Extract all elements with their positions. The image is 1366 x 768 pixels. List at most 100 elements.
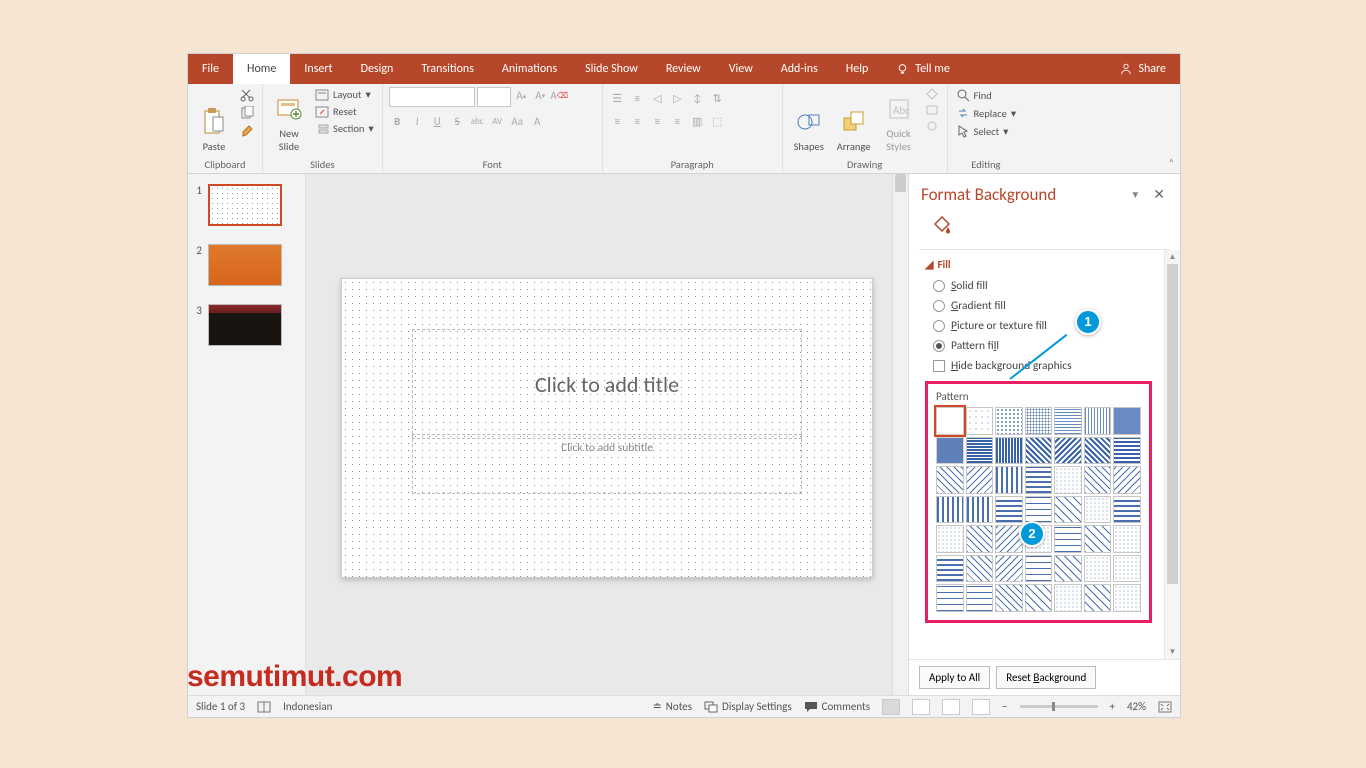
paste-button[interactable]: Paste: [194, 87, 234, 155]
pattern-swatch[interactable]: [1113, 525, 1141, 553]
layout-button[interactable]: Layout ▾: [313, 87, 376, 102]
fill-section-header[interactable]: ◢ Fill: [925, 258, 1164, 271]
shapes-button[interactable]: Shapes: [789, 87, 829, 155]
pattern-swatch[interactable]: [966, 437, 994, 465]
tab-view[interactable]: View: [715, 54, 767, 84]
tab-help[interactable]: Help: [832, 54, 883, 84]
change-case-button[interactable]: Aa: [509, 113, 526, 130]
thumb-1[interactable]: [208, 184, 282, 226]
current-slide[interactable]: Click to add title Click to add subtitle: [341, 278, 873, 578]
pattern-swatch[interactable]: [966, 466, 994, 494]
align-left-button[interactable]: ≡: [609, 113, 626, 130]
collapse-ribbon-button[interactable]: ˄: [1169, 156, 1174, 169]
pattern-swatch[interactable]: [936, 525, 964, 553]
pane-options-button[interactable]: ▼: [1130, 188, 1140, 201]
pattern-swatch[interactable]: [1113, 584, 1141, 612]
shape-outline-button[interactable]: [923, 103, 941, 117]
pattern-swatch[interactable]: [966, 525, 994, 553]
pattern-swatch[interactable]: [995, 584, 1023, 612]
zoom-slider[interactable]: [1020, 705, 1098, 708]
text-direction-button[interactable]: ⇅: [709, 90, 726, 107]
zoom-in-button[interactable]: +: [1110, 700, 1115, 713]
pattern-swatch[interactable]: [1054, 407, 1082, 435]
pattern-swatch[interactable]: [1084, 584, 1112, 612]
pattern-swatch[interactable]: [1113, 555, 1141, 583]
pattern-swatch[interactable]: [966, 555, 994, 583]
justify-button[interactable]: ≡: [669, 113, 686, 130]
pattern-swatch[interactable]: [995, 496, 1023, 524]
pattern-swatch[interactable]: [1113, 407, 1141, 435]
pattern-swatch[interactable]: [1025, 555, 1053, 583]
pattern-swatch[interactable]: [1113, 437, 1141, 465]
pattern-swatch[interactable]: [936, 437, 964, 465]
arrange-button[interactable]: Arrange: [833, 87, 875, 155]
indent-inc-button[interactable]: ▷: [669, 90, 686, 107]
copy-button[interactable]: [238, 105, 256, 121]
align-right-button[interactable]: ≡: [649, 113, 666, 130]
pattern-swatch[interactable]: [1113, 496, 1141, 524]
spellcheck-button[interactable]: [257, 701, 271, 713]
thumb-3[interactable]: [208, 304, 282, 346]
format-painter-button[interactable]: [238, 123, 256, 139]
smartart-button[interactable]: ⬚: [709, 113, 726, 130]
replace-button[interactable]: Replace ▾: [954, 105, 1019, 121]
picture-fill-radio[interactable]: Picture or texture fill: [933, 319, 1156, 333]
scroll-up-icon[interactable]: ▲: [1165, 250, 1180, 264]
line-spacing-button[interactable]: ↕: [689, 90, 706, 107]
tab-transitions[interactable]: Transitions: [407, 54, 488, 84]
pattern-swatch[interactable]: [1084, 407, 1112, 435]
tab-design[interactable]: Design: [347, 54, 408, 84]
display-settings-button[interactable]: Display Settings: [704, 700, 792, 713]
pattern-swatch[interactable]: [1025, 437, 1053, 465]
font-color-button[interactable]: A: [529, 113, 546, 130]
title-placeholder[interactable]: Click to add title: [412, 329, 802, 439]
slide-counter[interactable]: Slide 1 of 3: [196, 700, 245, 713]
pattern-swatch[interactable]: [1084, 496, 1112, 524]
clear-format-button[interactable]: A⌫: [551, 87, 568, 104]
shape-fill-button[interactable]: [923, 87, 941, 101]
strike-button[interactable]: S: [449, 113, 466, 130]
section-button[interactable]: Section ▾: [313, 121, 376, 136]
pattern-swatch[interactable]: [995, 437, 1023, 465]
pattern-swatch[interactable]: [966, 496, 994, 524]
canvas-scrollbar[interactable]: [892, 174, 908, 695]
bullets-button[interactable]: ☰: [609, 90, 626, 107]
panel-scrollbar[interactable]: ▲ ▼: [1164, 250, 1180, 659]
pattern-swatch[interactable]: [1054, 496, 1082, 524]
reset-button[interactable]: Reset: [313, 104, 376, 119]
pattern-swatch[interactable]: [1025, 584, 1053, 612]
pattern-swatch[interactable]: [966, 407, 994, 435]
pattern-swatch[interactable]: [936, 584, 964, 612]
tab-file[interactable]: File: [188, 54, 233, 84]
pattern-swatch[interactable]: [1084, 525, 1112, 553]
normal-view-button[interactable]: [882, 699, 900, 715]
increase-font-button[interactable]: A▴: [513, 87, 530, 104]
pattern-swatch[interactable]: [1054, 466, 1082, 494]
comments-button[interactable]: Comments: [804, 700, 870, 713]
underline-button[interactable]: U: [429, 113, 446, 130]
pattern-swatch[interactable]: [936, 496, 964, 524]
italic-button[interactable]: I: [409, 113, 426, 130]
pattern-swatch[interactable]: [1084, 555, 1112, 583]
cut-button[interactable]: [238, 87, 256, 103]
tab-animations[interactable]: Animations: [488, 54, 571, 84]
gradient-fill-radio[interactable]: Gradient fill: [933, 299, 1156, 313]
tab-slideshow[interactable]: Slide Show: [571, 54, 652, 84]
thumb-2[interactable]: [208, 244, 282, 286]
hide-bg-checkbox[interactable]: Hide background graphics: [933, 359, 1156, 373]
align-center-button[interactable]: ≡: [629, 113, 646, 130]
pattern-swatch[interactable]: [1054, 437, 1082, 465]
columns-button[interactable]: ▥: [689, 113, 706, 130]
bold-button[interactable]: B: [389, 113, 406, 130]
reset-background-button[interactable]: Reset Background: [996, 666, 1096, 689]
apply-to-all-button[interactable]: Apply to All: [919, 666, 990, 689]
pattern-swatch[interactable]: [995, 466, 1023, 494]
numbering-button[interactable]: ≡: [629, 90, 646, 107]
share-button[interactable]: Share: [1105, 54, 1180, 84]
solid-fill-radio[interactable]: Solid fill: [933, 279, 1156, 293]
pattern-swatch[interactable]: [1054, 584, 1082, 612]
subtitle-placeholder[interactable]: Click to add subtitle: [412, 434, 802, 494]
font-size-select[interactable]: [477, 87, 511, 107]
shadow-button[interactable]: abc: [469, 113, 486, 130]
zoom-level[interactable]: 42%: [1127, 700, 1146, 713]
